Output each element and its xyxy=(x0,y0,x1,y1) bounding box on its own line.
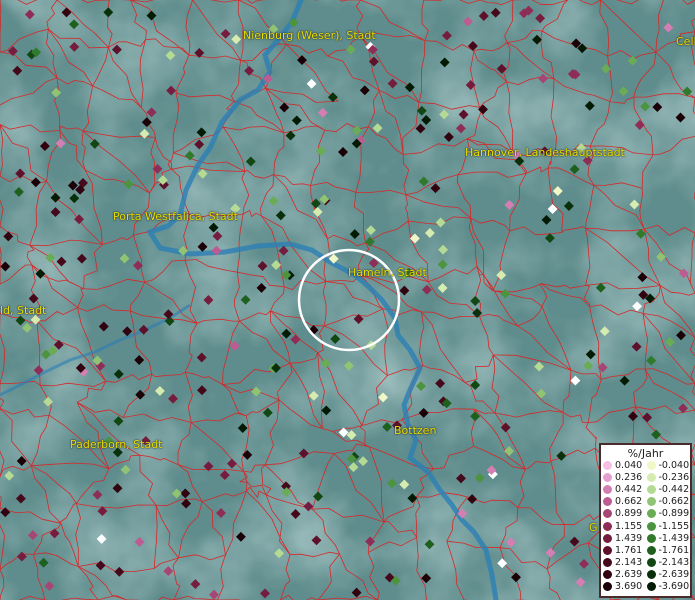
legend-label: -1.155 xyxy=(658,520,690,532)
legend-label: -0.899 xyxy=(658,508,690,520)
legend-swatch xyxy=(646,497,656,507)
legend-label: -0.236 xyxy=(658,471,690,483)
legend-item: 1.155 xyxy=(603,520,647,532)
legend-swatch xyxy=(646,484,656,494)
legend-item: -0.442 xyxy=(646,483,691,495)
legend-item: -1.155 xyxy=(646,520,691,532)
label-nienburg: Nienburg (Weser), Stadt xyxy=(243,29,376,42)
legend-swatch xyxy=(603,570,612,580)
legend-label: 3.690 xyxy=(615,581,643,593)
legend-item: -0.236 xyxy=(646,471,691,483)
legend-item: 3.690 xyxy=(603,581,647,593)
legend-item: -0.899 xyxy=(646,508,691,520)
legend-label: -2.143 xyxy=(658,557,690,569)
legend-item: 0.040 xyxy=(603,459,647,471)
label-bottrop: Bottzen xyxy=(394,424,437,437)
legend-swatch xyxy=(603,484,612,494)
legend-swatch xyxy=(646,509,656,519)
legend-label: -0.040 xyxy=(658,459,690,471)
legend-label: -2.639 xyxy=(658,569,690,581)
legend-label: -0.442 xyxy=(658,483,690,495)
label-bielefeld: ld, Stadt xyxy=(0,304,47,317)
legend-item: 0.442 xyxy=(603,483,647,495)
legend-positive-column: 0.040 0.236 0.442 0.662 0.899 1.155 1.439 1.761… xyxy=(603,459,647,593)
label-gottingen: G xyxy=(589,521,598,534)
legend-item: 2.639 xyxy=(603,569,647,581)
label-paderborn: Paderborn, Stadt xyxy=(70,438,163,451)
legend-item: -1.761 xyxy=(646,544,691,556)
legend-swatch xyxy=(646,545,656,555)
label-hameln: Hameln, Stadt xyxy=(348,266,427,279)
legend-swatch xyxy=(646,533,656,543)
legend: %/Jahr 0.040 0.236 0.442 0.662 0.899 1.155 1.4… xyxy=(599,443,692,598)
label-porta-westfalica: Porta Westfalica, Stadt xyxy=(113,210,238,223)
legend-item: -2.639 xyxy=(646,569,691,581)
legend-item: 1.761 xyxy=(603,544,647,556)
legend-label: 0.442 xyxy=(615,483,643,495)
legend-item: -1.439 xyxy=(646,532,691,544)
legend-label: 1.439 xyxy=(615,532,643,544)
map-canvas[interactable] xyxy=(0,0,695,600)
legend-swatch xyxy=(603,497,612,507)
legend-label: 0.040 xyxy=(615,459,643,471)
legend-title: %/Jahr xyxy=(627,447,664,460)
legend-item: -0.040 xyxy=(646,459,691,471)
legend-item: 0.662 xyxy=(603,496,647,508)
legend-label: 1.155 xyxy=(615,520,643,532)
legend-item: 1.439 xyxy=(603,532,647,544)
legend-label: -0.662 xyxy=(658,496,690,508)
legend-label: 0.899 xyxy=(615,508,643,520)
legend-swatch xyxy=(603,558,612,568)
legend-swatch xyxy=(646,472,656,482)
legend-item: 0.236 xyxy=(603,471,647,483)
legend-swatch xyxy=(603,472,612,482)
legend-swatch xyxy=(603,521,612,531)
legend-swatch xyxy=(646,521,656,531)
legend-swatch xyxy=(603,582,612,592)
legend-label: 2.143 xyxy=(615,557,643,569)
legend-label: 0.236 xyxy=(615,471,643,483)
legend-swatch xyxy=(603,460,612,470)
legend-swatch xyxy=(646,582,656,592)
label-hannover: Hannover, Landeshauptstadt xyxy=(465,146,625,159)
legend-item: -3.690 xyxy=(646,581,691,593)
legend-label: -1.761 xyxy=(658,544,690,556)
label-celle: Celle xyxy=(676,35,695,48)
legend-item: -0.662 xyxy=(646,496,691,508)
legend-label: 1.761 xyxy=(615,544,643,556)
legend-swatch xyxy=(646,460,656,470)
legend-swatch xyxy=(603,545,612,555)
legend-swatch xyxy=(646,558,656,568)
legend-label: 2.639 xyxy=(615,569,643,581)
legend-label: -3.690 xyxy=(658,581,690,593)
legend-label: -1.439 xyxy=(658,532,690,544)
legend-swatch xyxy=(646,570,656,580)
legend-item: 2.143 xyxy=(603,557,647,569)
legend-item: 0.899 xyxy=(603,508,647,520)
legend-label: 0.662 xyxy=(615,496,643,508)
legend-item: -2.143 xyxy=(646,557,691,569)
legend-negative-column: -0.040 -0.236 -0.442 -0.662 -0.899 -1.155 -1.4… xyxy=(646,459,691,593)
legend-swatch xyxy=(603,509,612,519)
legend-swatch xyxy=(603,533,612,543)
